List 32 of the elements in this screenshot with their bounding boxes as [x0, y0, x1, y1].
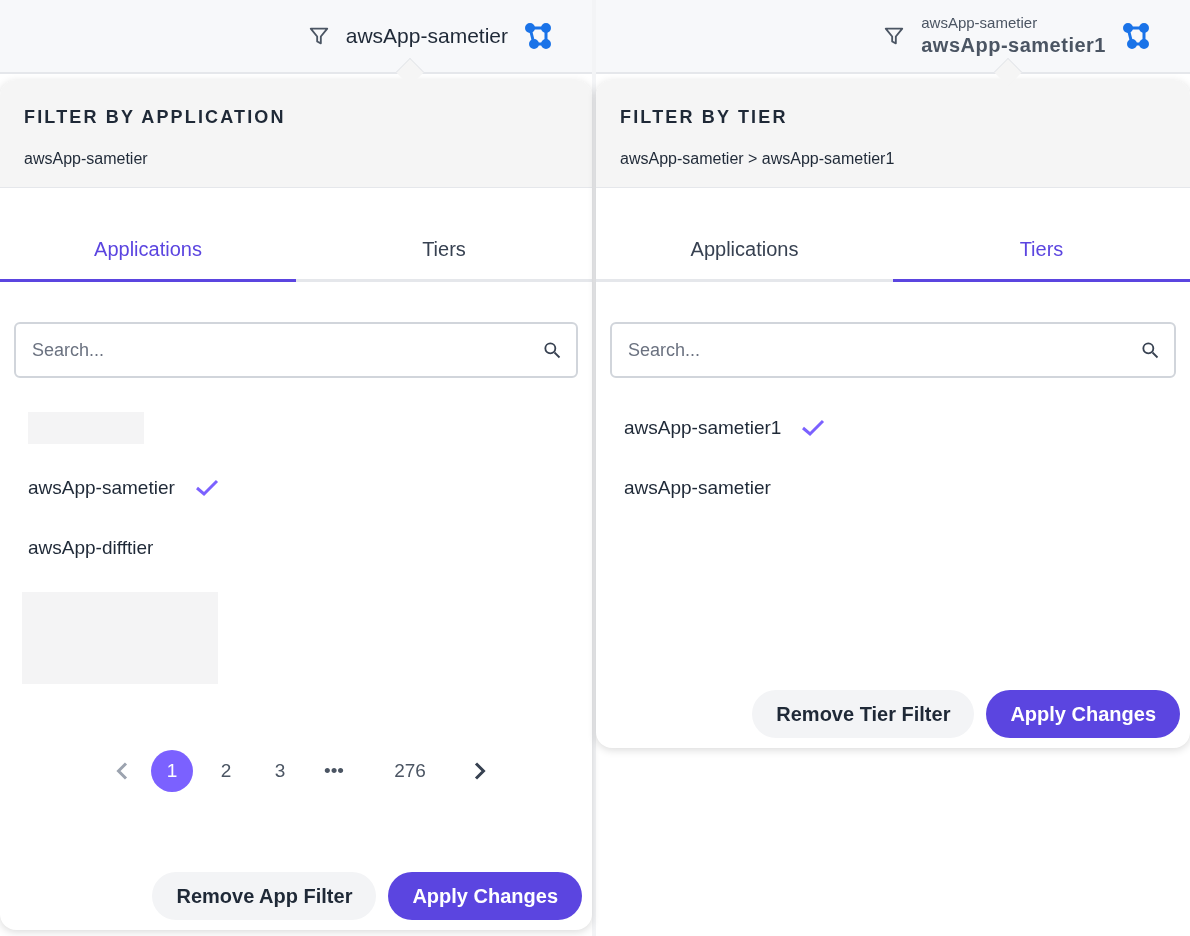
list-item[interactable]: awsApp-sametier	[624, 473, 771, 503]
filter-label[interactable]: awsApp-sametier1	[921, 32, 1106, 58]
filter-icon	[883, 25, 906, 47]
tab[interactable]: Applications	[0, 218, 296, 282]
apply-button[interactable]: Apply Changes	[388, 872, 582, 920]
page-button[interactable]: •••	[313, 750, 355, 792]
list-item[interactable]: awsApp-difftier	[28, 533, 154, 563]
remove-filter-button[interactable]: Remove App Filter	[152, 872, 377, 920]
list-item[interactable]: awsApp-sametier	[28, 473, 175, 503]
search-field[interactable]: Search...	[610, 322, 1176, 378]
tab[interactable]: Applications	[596, 218, 893, 282]
list-item[interactable]: awsApp-sametier1	[624, 413, 782, 443]
filter-label[interactable]: awsApp-sametier	[345, 22, 508, 50]
page-button[interactable]: 3	[259, 750, 301, 792]
graph-icon[interactable]	[524, 22, 552, 50]
search-field[interactable]: Search...	[14, 322, 578, 378]
tab[interactable]: Tiers	[296, 218, 592, 282]
remove-filter-button[interactable]: Remove Tier Filter	[752, 690, 975, 738]
apply-button[interactable]: Apply Changes	[986, 690, 1180, 738]
filter-path: awsApp-sametier > awsApp-sametier1	[620, 149, 896, 169]
popover-heading: FILTER BY APPLICATION	[24, 106, 287, 129]
tab[interactable]: Tiers	[893, 218, 1190, 282]
popover-heading: FILTER BY TIER	[620, 106, 789, 129]
page-button[interactable]: 1	[151, 750, 193, 792]
filter-icon	[307, 25, 330, 47]
search-icon	[542, 340, 562, 360]
page-button[interactable]: 276	[389, 750, 431, 792]
page-button[interactable]: 2	[205, 750, 247, 792]
search-icon	[1140, 340, 1160, 360]
graph-icon[interactable]	[1122, 22, 1150, 50]
filter-path: awsApp-sametier	[24, 149, 149, 169]
parent-filter-label: awsApp-sametier	[921, 14, 1039, 33]
